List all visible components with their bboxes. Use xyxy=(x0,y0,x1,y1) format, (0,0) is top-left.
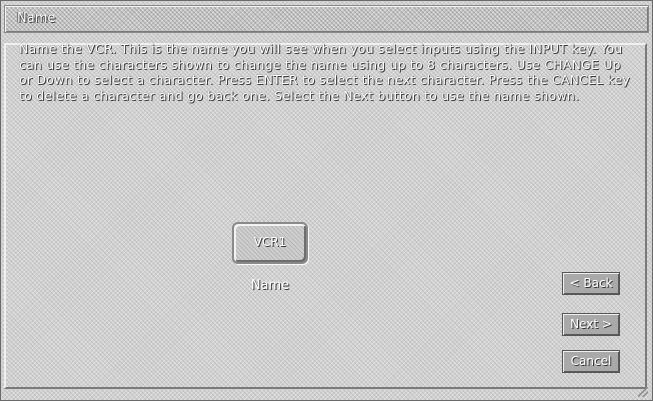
cancel-button[interactable]: Cancel xyxy=(562,350,620,373)
dialog-title: Name xyxy=(17,11,56,26)
next-button[interactable]: Next > xyxy=(562,313,620,336)
instructions-text: Name the VCR. This is the name you will … xyxy=(19,41,630,103)
name-value: VCR1 xyxy=(253,235,287,249)
name-field-label: Name xyxy=(250,278,290,293)
name-field[interactable]: VCR1 xyxy=(232,222,308,264)
dialog-window: Name Name the VCR. This is the name you … xyxy=(0,0,653,401)
resize-grip-icon[interactable] xyxy=(638,387,648,397)
title-bar: Name xyxy=(4,5,649,33)
back-button[interactable]: < Back xyxy=(562,272,620,295)
